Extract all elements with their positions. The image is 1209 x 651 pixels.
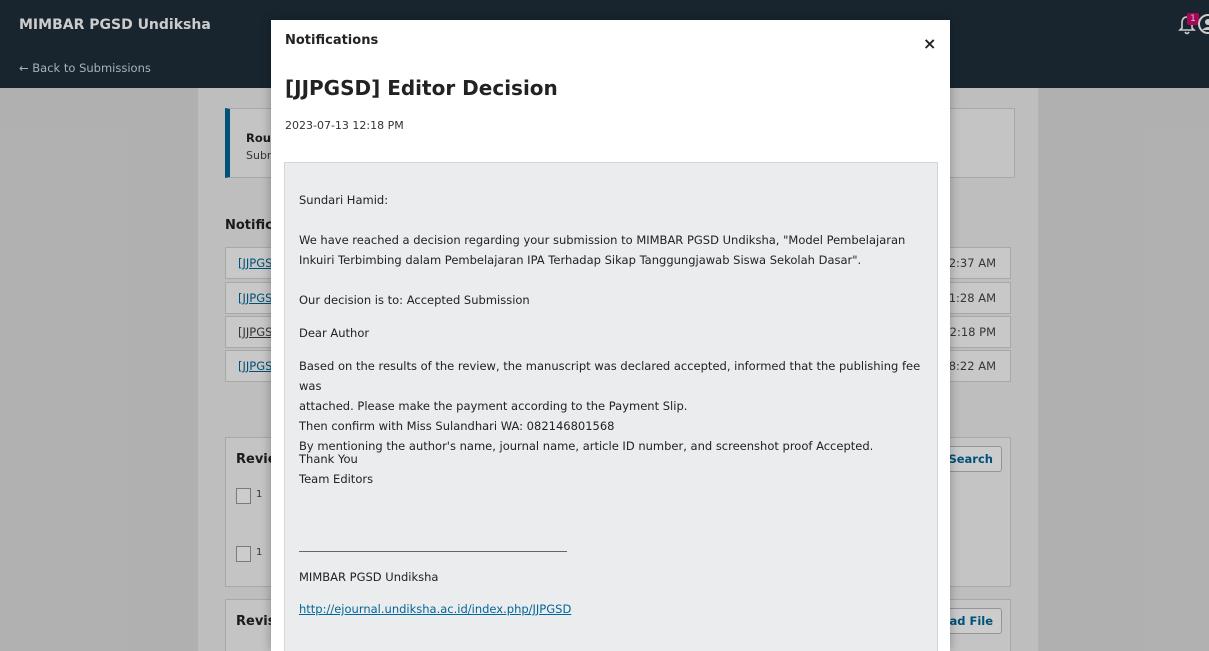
journal-url-link[interactable]: http://ejournal.undiksha.ac.id/index.php… xyxy=(299,602,571,616)
notification-date: 2023-07-13 12:18 PM xyxy=(285,119,404,132)
close-icon[interactable]: × xyxy=(923,34,936,53)
decision-text: Our decision is to: Accepted Submission xyxy=(299,293,530,307)
greeting-text: Sundari Hamid: xyxy=(299,193,389,207)
message-line: By mentioning the author's name, journal… xyxy=(299,439,874,453)
notification-subject: [JJPGSD] Editor Decision xyxy=(285,76,558,100)
app-root: MIMBAR PGSD Undiksha ← Back to Submissio… xyxy=(0,0,1209,651)
signature-divider xyxy=(299,551,567,552)
message-line: Based on the results of the review, the … xyxy=(299,359,921,393)
signature-link-wrap: http://ejournal.undiksha.ac.id/index.php… xyxy=(299,599,571,619)
message-line: We have reached a decision regarding you… xyxy=(299,233,906,247)
notification-modal: Notifications × [JJPGSD] Editor Decision… xyxy=(271,20,950,651)
message-line: Inkuiri Terbimbing dalam Pembelajaran IP… xyxy=(299,253,862,267)
message-paragraph: Based on the results of the review, the … xyxy=(299,356,937,456)
message-line: Then confirm with Miss Sulandhari WA: 08… xyxy=(299,419,615,433)
signature-name: MIMBAR PGSD Undiksha xyxy=(299,570,439,584)
message-line: attached. Please make the payment accord… xyxy=(299,399,688,413)
message-line: Thank You xyxy=(299,452,358,466)
closing-paragraph: Thank You Team Editors xyxy=(299,449,373,489)
dear-text: Dear Author xyxy=(299,326,370,340)
message-body: Sundari Hamid: We have reached a decisio… xyxy=(284,162,938,651)
modal-title: Notifications xyxy=(285,33,379,48)
message-paragraph: We have reached a decision regarding you… xyxy=(299,230,905,270)
message-line: Team Editors xyxy=(299,472,374,486)
